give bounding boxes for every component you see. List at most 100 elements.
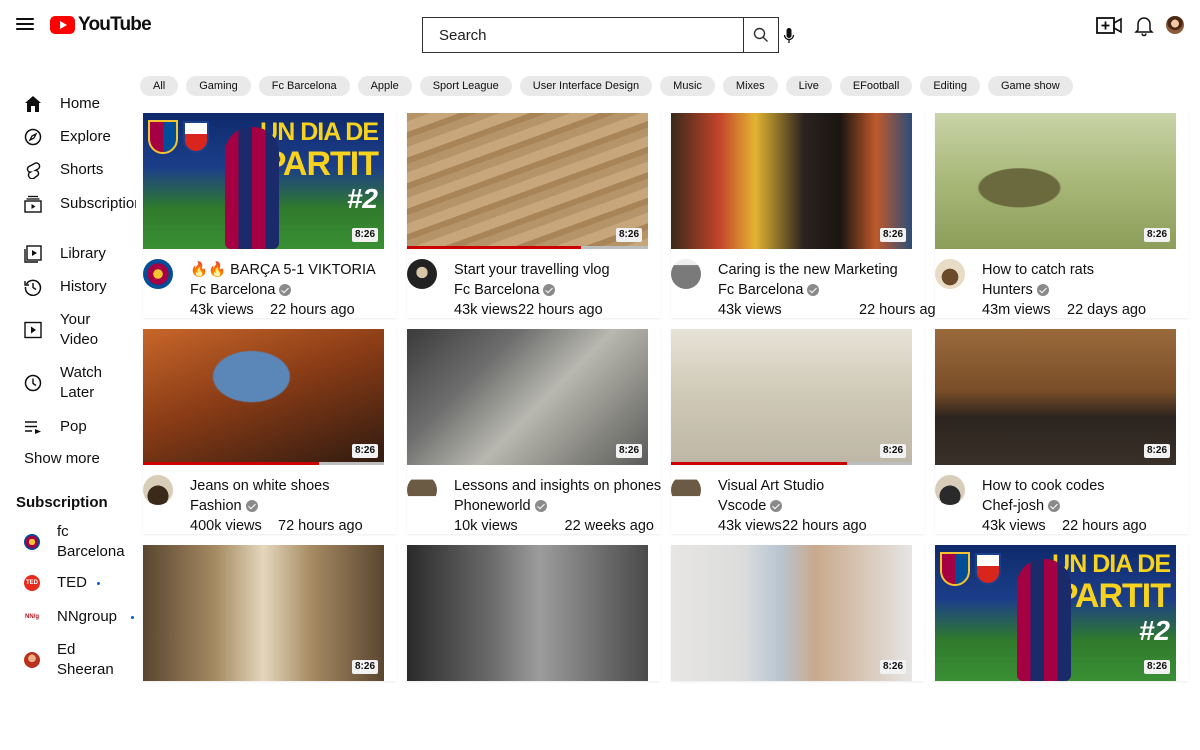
video-card[interactable]: UN DIA DE PARTIT #2 8:26 (935, 545, 1188, 681)
video-thumbnail[interactable]: 8:26 (143, 329, 384, 465)
sidebar-item-watch-later[interactable]: Watch Later (0, 363, 136, 403)
video-thumbnail[interactable]: 8:26 (143, 545, 384, 681)
video-title[interactable]: Lessons and insights on phones (454, 476, 661, 496)
channel-name[interactable]: Vscode (718, 496, 783, 516)
channel-avatar[interactable] (671, 259, 701, 289)
video-card[interactable]: 8:26 (671, 545, 924, 681)
subscription-item-fc-barcelona[interactable]: fc Barcelona (0, 522, 136, 562)
video-thumbnail[interactable] (407, 545, 648, 681)
video-thumbnail[interactable]: 8:26 (935, 113, 1176, 249)
video-title[interactable]: Start your travelling vlog (454, 260, 610, 280)
channel-avatar[interactable] (671, 475, 701, 505)
sidebar-item-shorts[interactable]: Shorts (0, 160, 136, 180)
video-card[interactable]: 8:26 Jeans on white shoes Fashion 400k view… (143, 329, 396, 534)
video-thumbnail[interactable]: 8:26 (671, 113, 912, 249)
video-thumbnail[interactable]: UN DIA DE PARTIT #2 8:26 (143, 113, 384, 249)
video-title[interactable]: How to catch rats (982, 260, 1094, 280)
chip-fc-barcelona[interactable]: Fc Barcelona (258, 76, 350, 96)
channel-name-text: Phoneworld (454, 498, 531, 514)
video-title[interactable]: Visual Art Studio (718, 476, 824, 496)
create-video-button[interactable] (1096, 16, 1122, 36)
video-card[interactable]: 8:26 (143, 545, 396, 681)
video-thumbnail[interactable]: 8:26 (935, 329, 1176, 465)
video-card[interactable]: 8:26 Visual Art Studio Vscode 43k views 22 h… (671, 329, 924, 534)
sidebar-item-library[interactable]: Library (0, 244, 136, 264)
sidebar-item-history[interactable]: History (0, 277, 136, 297)
mic-button[interactable] (780, 24, 798, 48)
channel-name[interactable]: Phoneworld (454, 496, 547, 516)
video-title[interactable]: How to cook codes (982, 476, 1105, 496)
chip-sport-league[interactable]: Sport League (419, 76, 512, 96)
sidebar-item-label: Explore (60, 128, 111, 145)
subscription-item-ed-sheeran[interactable]: Ed Sheeran (0, 640, 136, 680)
chip-efootball[interactable]: EFootball (839, 76, 913, 96)
chip-music[interactable]: Music (660, 76, 715, 96)
account-avatar[interactable] (1166, 16, 1184, 34)
sidebar-item-label: Home (60, 95, 101, 112)
ed-sheeran-avatar (24, 652, 40, 668)
channel-avatar[interactable] (935, 259, 965, 289)
chip-apple[interactable]: Apple (357, 76, 412, 96)
chip-user-interface-design[interactable]: User Interface Design (519, 76, 653, 96)
sidebar-item-subscriptions[interactable]: Subscriptions (0, 194, 136, 214)
thumbnail-overlay-badge: #2 (346, 183, 378, 214)
upload-age: 72 hours ago (278, 518, 363, 534)
menu-icon[interactable] (16, 16, 34, 32)
subscription-item-ted[interactable]: TED TED (0, 573, 136, 593)
chip-editing[interactable]: Editing (920, 76, 980, 96)
channel-name[interactable]: Fc Barcelona (718, 280, 820, 300)
chip-game-show[interactable]: Game show (987, 76, 1073, 96)
sidebar-item-home[interactable]: Home (0, 94, 136, 114)
video-card[interactable]: 8:26 How to cook codes Chef-josh 43k views 2… (935, 329, 1188, 534)
sidebar-item-label: Your Video (60, 311, 99, 348)
sidebar-item-pop[interactable]: Pop (0, 417, 136, 437)
channel-avatar[interactable] (935, 475, 965, 505)
channel-name[interactable]: Hunters (982, 280, 1049, 300)
search-input[interactable] (422, 17, 743, 53)
shorts-icon (24, 161, 42, 179)
channel-avatar[interactable] (143, 475, 173, 505)
youtube-logo[interactable]: YouTube (50, 14, 152, 36)
channel-name[interactable]: Fashion (190, 496, 258, 516)
chip-all[interactable]: All (140, 76, 179, 96)
video-thumbnail[interactable]: 8:26 (671, 545, 912, 681)
channel-avatar[interactable] (143, 259, 173, 289)
thumbnail-overlay-line2: PARTIT (1055, 577, 1171, 615)
video-thumbnail[interactable]: 8:26 (407, 113, 648, 249)
notifications-button[interactable] (1134, 15, 1154, 37)
video-thumbnail[interactable]: 8:26 (671, 329, 912, 465)
video-card[interactable]: 8:26 Lessons and insights on phones Phonew… (407, 329, 661, 534)
channel-name[interactable]: Fc Barcelona (454, 280, 556, 300)
video-card[interactable]: 8:26 Caring is the new Marketing Fc Barcel… (671, 113, 944, 318)
channel-avatar[interactable] (407, 475, 437, 505)
live-indicator-dot (131, 616, 134, 619)
viktoria-crest-icon (975, 553, 1001, 585)
chip-mixes[interactable]: Mixes (722, 76, 778, 96)
channel-avatar[interactable] (407, 259, 437, 289)
verified-check-icon (1048, 500, 1061, 512)
video-card[interactable]: UN DIA DE PARTIT #2 8:26 🔥🔥 BARÇA 5-1 VIKTOR… (143, 113, 396, 318)
sidebar-item-label: Pop (60, 418, 87, 435)
video-thumbnail[interactable]: 8:26 (407, 329, 648, 465)
search-button[interactable] (743, 17, 779, 53)
video-card[interactable]: 8:26 Start your travelling vlog Fc Barcelo… (407, 113, 660, 318)
sidebar-item-explore[interactable]: Explore (0, 127, 136, 147)
chip-live[interactable]: Live (785, 76, 832, 96)
playlist-icon (24, 418, 42, 436)
watch-progress-bar (143, 462, 319, 465)
video-title[interactable]: 🔥🔥 BARÇA 5-1 VIKTORIA (190, 260, 376, 280)
channel-name[interactable]: Chef-josh (982, 496, 1061, 516)
search-icon (753, 27, 768, 42)
subscription-item-nngroup[interactable]: NN/g NNgroup (0, 607, 136, 627)
show-more-button[interactable]: Show more (24, 450, 100, 467)
duration-badge: 8:26 (615, 228, 642, 242)
video-card[interactable]: 8:26 How to catch rats Hunters 43m views 22 … (935, 113, 1188, 318)
channel-name[interactable]: Fc Barcelona (190, 280, 292, 300)
sidebar-item-label: Library (60, 245, 106, 262)
sidebar-item-your-video[interactable]: Your Video (0, 310, 136, 350)
chip-gaming[interactable]: Gaming (186, 76, 251, 96)
video-thumbnail[interactable]: UN DIA DE PARTIT #2 8:26 (935, 545, 1176, 681)
video-card[interactable] (407, 545, 660, 681)
video-title[interactable]: Jeans on white shoes (190, 476, 329, 496)
video-title[interactable]: Caring is the new Marketing (718, 260, 898, 280)
